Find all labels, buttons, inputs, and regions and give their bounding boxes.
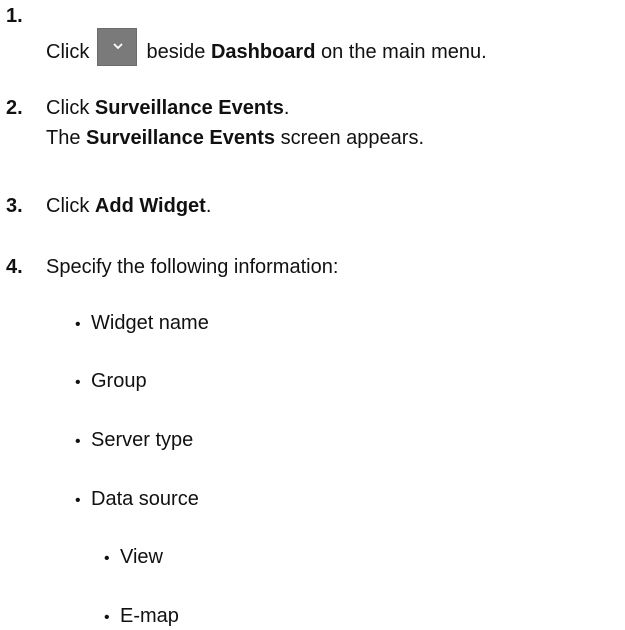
step-4: 4. Specify the following information: • W… xyxy=(0,249,620,627)
step-text: Click xyxy=(46,41,90,63)
bullet-icon: • xyxy=(75,492,81,509)
step-text: Click xyxy=(46,97,90,119)
step-text: . xyxy=(283,97,290,119)
chevron-down-icon xyxy=(113,43,123,50)
step-text: The xyxy=(46,127,81,149)
bullet-icon: • xyxy=(104,550,110,567)
surveillance-events-screen-label: Surveillance Events xyxy=(86,127,276,149)
sub-list-item: • View xyxy=(104,545,163,571)
list-item: • Server type xyxy=(75,428,193,454)
step-2: 2. Click Surveillance Events. The Survei… xyxy=(0,90,620,160)
step-text: screen appears. xyxy=(280,127,424,149)
step-text: Specify the following information: xyxy=(46,256,339,278)
step-number: 2. xyxy=(6,97,23,119)
bullet-icon: • xyxy=(75,433,81,450)
bullet-icon: • xyxy=(75,316,81,333)
add-widget-label: Add Widget xyxy=(94,195,206,217)
step-3: 3. Click Add Widget. xyxy=(0,188,620,218)
dashboard-expand-button xyxy=(96,28,137,66)
list-item: • Group xyxy=(75,369,147,395)
step-text: Click xyxy=(46,195,90,217)
list-item: • Widget name xyxy=(75,311,209,337)
surveillance-events-label: Surveillance Events xyxy=(94,97,284,119)
step-number: 3. xyxy=(6,195,23,217)
step-1: 1. Click beside Dashboard on the main me… xyxy=(0,4,620,66)
dashboard-label: Dashboard xyxy=(210,41,316,63)
step-number: 4. xyxy=(6,256,23,278)
step-text: . xyxy=(205,195,212,217)
bullet-icon: • xyxy=(104,609,110,626)
bullet-icon: • xyxy=(75,374,81,391)
step-text: beside xyxy=(146,41,206,63)
sub-list-item: • E-map xyxy=(104,604,179,630)
list-item: • Data source xyxy=(75,487,199,513)
step-text: on the main menu. xyxy=(321,41,487,63)
step-number: 1. xyxy=(6,5,23,27)
